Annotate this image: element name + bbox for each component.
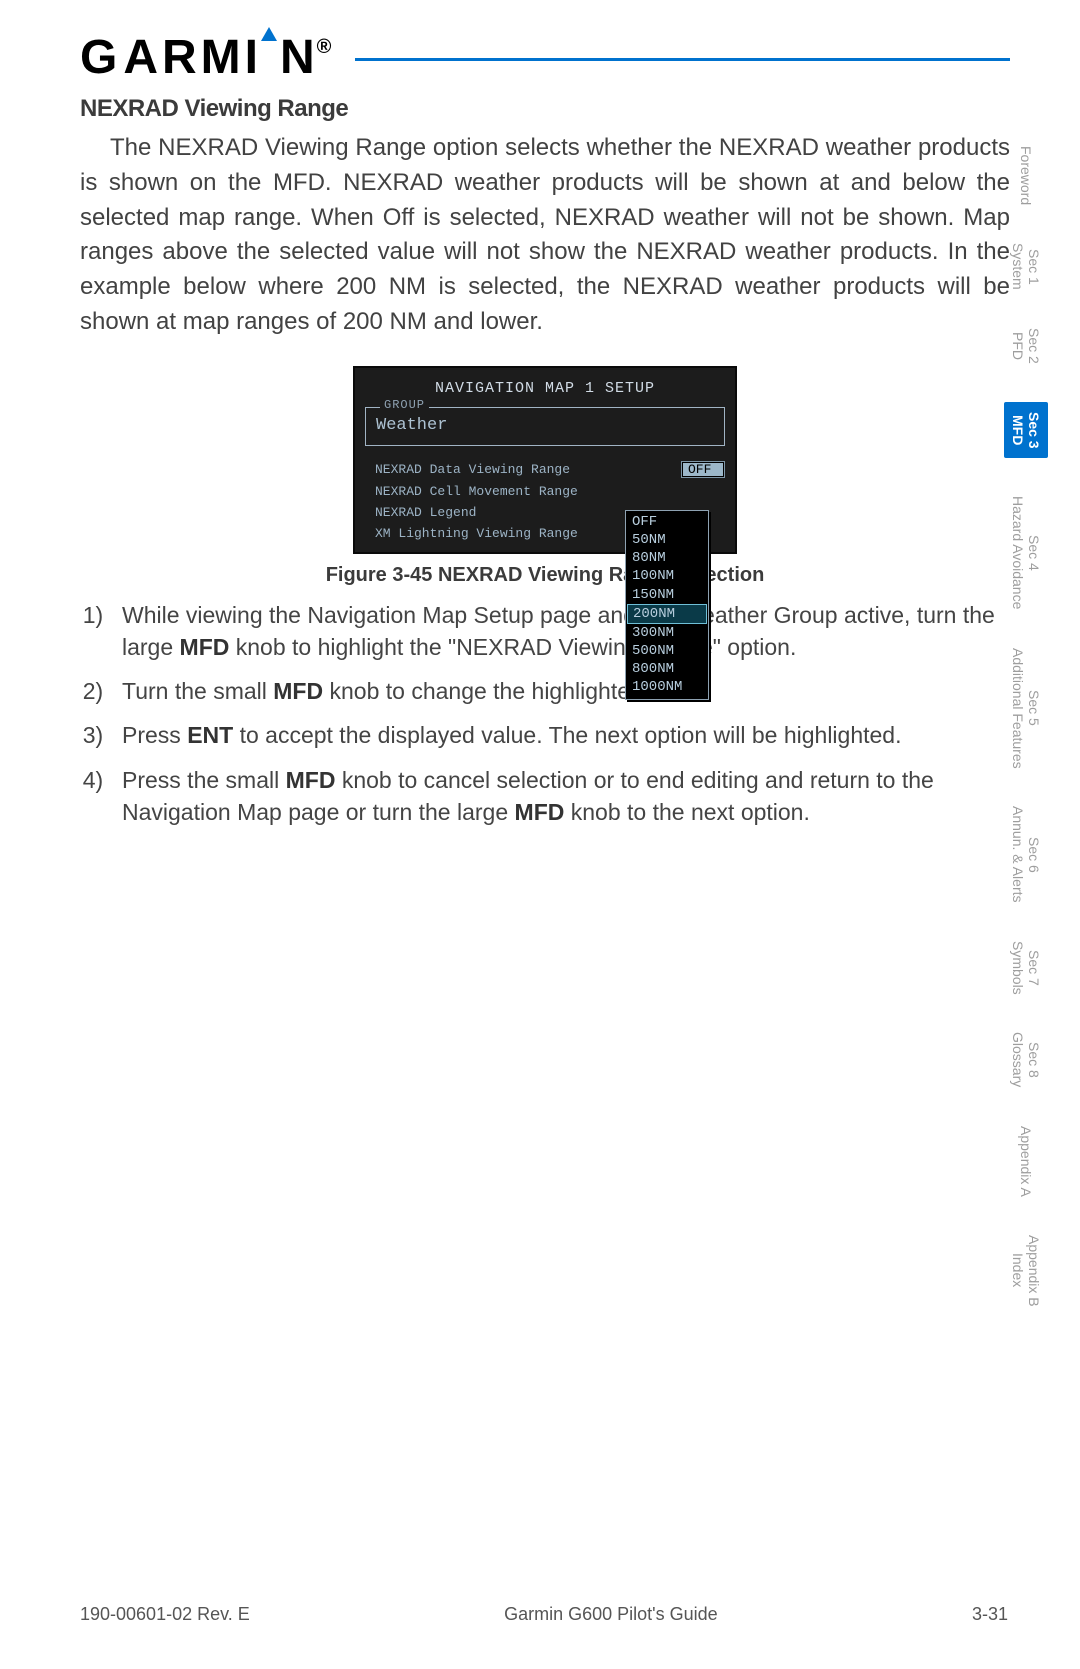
- dropdown-item: 50NM: [626, 531, 708, 549]
- dropdown-item: 300NM: [626, 624, 708, 642]
- dropdown-item: 100NM: [626, 567, 708, 585]
- header: GARMIN®: [80, 30, 1010, 85]
- tab-sec1-system[interactable]: Sec 1System: [1010, 243, 1042, 290]
- tab-sec6-annun[interactable]: Sec 6Annun. & Alerts: [1010, 806, 1042, 903]
- logo-triangle-icon: [261, 27, 277, 41]
- tab-foreword[interactable]: Foreword: [1018, 146, 1034, 205]
- lcd-option-label: NEXRAD Cell Movement Range: [375, 484, 725, 499]
- footer-center: Garmin G600 Pilot's Guide: [504, 1604, 718, 1625]
- tab-sec3-mfd[interactable]: Sec 3MFD: [1004, 402, 1048, 459]
- lcd-group-value: Weather: [376, 416, 714, 435]
- dropdown-item: 800NM: [626, 660, 708, 678]
- lcd-dropdown: OFF 50NM 80NM 100NM 150NM 200NM 300NM 50…: [625, 510, 709, 700]
- footer-right: 3-31: [972, 1604, 1008, 1625]
- side-tabs: Foreword Sec 1System Sec 2PFD Sec 3MFD S…: [1010, 146, 1042, 1306]
- footer-left: 190-00601-02 Rev. E: [80, 1604, 250, 1625]
- page-footer: 190-00601-02 Rev. E Garmin G600 Pilot's …: [80, 1604, 1008, 1625]
- tab-sec8-glossary[interactable]: Sec 8Glossary: [1010, 1032, 1042, 1087]
- lcd-group-box: GROUP Weather: [365, 407, 725, 446]
- lcd-option-row: NEXRAD Data Viewing Range OFF: [375, 458, 725, 481]
- header-rule: [355, 58, 1010, 61]
- garmin-logo: GARMIN®: [80, 30, 341, 85]
- step-item: While viewing the Navigation Map Setup p…: [116, 599, 1010, 663]
- dropdown-item: 150NM: [626, 586, 708, 604]
- figure-caption: Figure 3-45 NEXRAD Viewing Range Selecti…: [80, 564, 1010, 587]
- steps-list: While viewing the Navigation Map Setup p…: [80, 599, 1010, 828]
- figure: NAVIGATION MAP 1 SETUP GROUP Weather NEX…: [80, 366, 1010, 587]
- intro-text: The NEXRAD Viewing Range option selects …: [80, 134, 1010, 335]
- lcd-option-label: NEXRAD Data Viewing Range: [375, 462, 663, 477]
- dropdown-item: 80NM: [626, 549, 708, 567]
- tab-sec4-hazard[interactable]: Sec 4Hazard Avoidance: [1010, 496, 1042, 609]
- tab-sec2-pfd[interactable]: Sec 2PFD: [1010, 328, 1042, 364]
- intro-paragraph: The NEXRAD Viewing Range option selects …: [80, 131, 1010, 340]
- dropdown-item-selected: 200NM: [627, 604, 707, 624]
- lcd-option-row: NEXRAD Cell Movement Range: [375, 481, 725, 502]
- lcd-option-value-highlighted: OFF: [681, 461, 725, 478]
- step-item: Press the small MFD knob to cancel selec…: [116, 764, 1010, 828]
- dropdown-item: 500NM: [626, 642, 708, 660]
- dropdown-item: 1000NM: [626, 678, 708, 696]
- tab-appendix-a[interactable]: Appendix A: [1018, 1126, 1034, 1197]
- step-item: Turn the small MFD knob to change the hi…: [116, 675, 1010, 707]
- tab-sec5-features[interactable]: Sec 5Additional Features: [1010, 648, 1042, 769]
- tab-sec7-symbols[interactable]: Sec 7Symbols: [1010, 941, 1042, 995]
- dropdown-item: OFF: [626, 513, 708, 531]
- tab-appendix-b[interactable]: Appendix BIndex: [1010, 1235, 1042, 1307]
- lcd-group-label: GROUP: [380, 398, 429, 412]
- step-item: Press ENT to accept the displayed value.…: [116, 719, 1010, 751]
- section-title: NEXRAD Viewing Range: [80, 95, 1010, 123]
- lcd-screenshot: NAVIGATION MAP 1 SETUP GROUP Weather NEX…: [353, 366, 737, 554]
